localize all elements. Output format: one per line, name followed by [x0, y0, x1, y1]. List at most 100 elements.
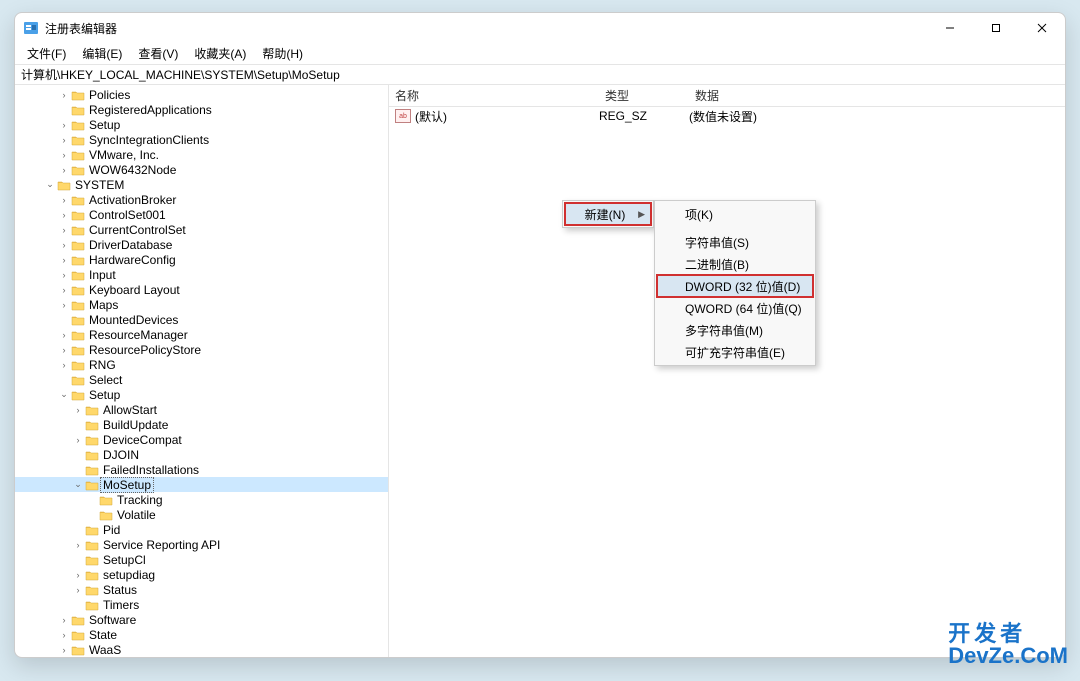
- chevron-right-icon[interactable]: ›: [57, 210, 71, 220]
- tree-item[interactable]: ›Setup: [15, 117, 388, 132]
- tree-item[interactable]: ·MountedDevices: [15, 312, 388, 327]
- context-menu-new-submenu: 项(K) 字符串值(S) 二进制值(B) DWORD (32 位)值(D) QW…: [654, 200, 816, 366]
- values-list[interactable]: ab(默认)REG_SZ(数值未设置): [389, 107, 1065, 657]
- tree-item[interactable]: ⌄Setup: [15, 387, 388, 402]
- chevron-right-icon[interactable]: ›: [57, 90, 71, 100]
- chevron-right-icon[interactable]: ›: [57, 285, 71, 295]
- menu-favorites[interactable]: 收藏夹(A): [188, 43, 252, 64]
- folder-icon: [71, 344, 85, 356]
- tree-item[interactable]: ›AllowStart: [15, 402, 388, 417]
- menu-view[interactable]: 查看(V): [132, 43, 184, 64]
- chevron-down-icon[interactable]: ⌄: [43, 179, 57, 190]
- chevron-right-icon[interactable]: ›: [57, 645, 71, 655]
- tree-item-label: DeviceCompat: [103, 433, 182, 447]
- folder-icon: [71, 644, 85, 656]
- folder-icon: [85, 599, 99, 611]
- menu-file[interactable]: 文件(F): [21, 43, 72, 64]
- tree-pane[interactable]: ›Policies·RegisteredApplications›Setup›S…: [15, 85, 389, 657]
- chevron-right-icon[interactable]: ›: [57, 240, 71, 250]
- tree-item-label: RegisteredApplications: [89, 103, 212, 117]
- tree-item[interactable]: ·BuildUpdate: [15, 417, 388, 432]
- tree-item[interactable]: ·DJOIN: [15, 447, 388, 462]
- tree-item[interactable]: ›ResourceManager: [15, 327, 388, 342]
- chevron-right-icon[interactable]: ›: [57, 615, 71, 625]
- chevron-right-icon[interactable]: ›: [71, 435, 85, 445]
- column-type[interactable]: 类型: [605, 87, 695, 104]
- chevron-right-icon[interactable]: ›: [57, 330, 71, 340]
- tree-item[interactable]: ›Keyboard Layout: [15, 282, 388, 297]
- tree-item[interactable]: · RegisteredApplications: [15, 102, 388, 117]
- tree-item[interactable]: ·FailedInstallations: [15, 462, 388, 477]
- tree-item[interactable]: ›SyncIntegrationClients: [15, 132, 388, 147]
- tree-item[interactable]: ›ControlSet001: [15, 207, 388, 222]
- chevron-right-icon[interactable]: ›: [57, 345, 71, 355]
- tree-item[interactable]: ·Pid: [15, 522, 388, 537]
- chevron-right-icon[interactable]: ›: [57, 165, 71, 175]
- address-bar[interactable]: 计算机\HKEY_LOCAL_MACHINE\SYSTEM\Setup\MoSe…: [15, 65, 1065, 85]
- folder-icon: [99, 494, 113, 506]
- context-new-expandstring[interactable]: 可扩充字符串值(E): [657, 341, 813, 363]
- chevron-right-icon[interactable]: ›: [71, 405, 85, 415]
- context-new-qword[interactable]: QWORD (64 位)值(Q): [657, 297, 813, 319]
- tree-item[interactable]: ›Software: [15, 612, 388, 627]
- tree-item[interactable]: › Status: [15, 582, 388, 597]
- tree-item[interactable]: ›ActivationBroker: [15, 192, 388, 207]
- chevron-right-icon[interactable]: ›: [71, 540, 85, 550]
- chevron-right-icon[interactable]: ›: [57, 360, 71, 370]
- tree-item-label: CurrentControlSet: [89, 223, 186, 237]
- context-new-multistring[interactable]: 多字符串值(M): [657, 319, 813, 341]
- column-data[interactable]: 数据: [695, 87, 1065, 104]
- menu-help[interactable]: 帮助(H): [256, 43, 309, 64]
- context-new[interactable]: 新建(N) ▶: [565, 203, 651, 225]
- tree-item[interactable]: ⌄SYSTEM: [15, 177, 388, 192]
- tree-item[interactable]: ·SetupCl: [15, 552, 388, 567]
- chevron-right-icon[interactable]: ›: [71, 570, 85, 580]
- tree-item[interactable]: ›Maps: [15, 297, 388, 312]
- tree-item[interactable]: › DeviceCompat: [15, 432, 388, 447]
- chevron-right-icon[interactable]: ›: [57, 270, 71, 280]
- maximize-button[interactable]: [973, 13, 1019, 43]
- tree-item-label: Status: [103, 583, 137, 597]
- tree-item[interactable]: ›setupdiag: [15, 567, 388, 582]
- chevron-right-icon[interactable]: ›: [57, 150, 71, 160]
- tree-item[interactable]: ·Volatile: [15, 507, 388, 522]
- menu-edit[interactable]: 编辑(E): [76, 43, 128, 64]
- tree-item[interactable]: ·Timers: [15, 597, 388, 612]
- context-new-key[interactable]: 项(K): [657, 203, 813, 225]
- context-new-string[interactable]: 字符串值(S): [657, 231, 813, 253]
- minimize-button[interactable]: [927, 13, 973, 43]
- twisty-none: ·: [57, 105, 71, 115]
- tree-item[interactable]: ⌄MoSetup: [15, 477, 388, 492]
- tree-item[interactable]: ›Service Reporting API: [15, 537, 388, 552]
- value-row[interactable]: ab(默认)REG_SZ(数值未设置): [389, 107, 1065, 125]
- chevron-right-icon[interactable]: ›: [57, 135, 71, 145]
- tree-item[interactable]: ›Policies: [15, 87, 388, 102]
- tree-item-label: Select: [89, 373, 122, 387]
- tree-item[interactable]: ›WOW6432Node: [15, 162, 388, 177]
- tree-item[interactable]: ›DriverDatabase: [15, 237, 388, 252]
- tree-item[interactable]: ›ResourcePolicyStore: [15, 342, 388, 357]
- chevron-right-icon[interactable]: ›: [57, 255, 71, 265]
- chevron-down-icon[interactable]: ⌄: [57, 389, 71, 400]
- chevron-right-icon[interactable]: ›: [57, 225, 71, 235]
- tree-item[interactable]: ›HardwareConfig: [15, 252, 388, 267]
- tree-item[interactable]: ›State: [15, 627, 388, 642]
- context-new-dword[interactable]: DWORD (32 位)值(D): [657, 275, 813, 297]
- column-name[interactable]: 名称: [389, 87, 605, 104]
- tree-item[interactable]: › CurrentControlSet: [15, 222, 388, 237]
- chevron-right-icon[interactable]: ›: [57, 630, 71, 640]
- tree-item[interactable]: ·Tracking: [15, 492, 388, 507]
- chevron-right-icon[interactable]: ›: [57, 120, 71, 130]
- tree-item[interactable]: ›RNG: [15, 357, 388, 372]
- chevron-right-icon[interactable]: ›: [71, 585, 85, 595]
- tree-item[interactable]: ›WaaS: [15, 642, 388, 657]
- tree-item[interactable]: ›VMware, Inc.: [15, 147, 388, 162]
- close-button[interactable]: [1019, 13, 1065, 43]
- tree-item[interactable]: ›Input: [15, 267, 388, 282]
- folder-icon: [71, 614, 85, 626]
- tree-item[interactable]: ·Select: [15, 372, 388, 387]
- chevron-right-icon[interactable]: ›: [57, 300, 71, 310]
- context-new-binary[interactable]: 二进制值(B): [657, 253, 813, 275]
- chevron-down-icon[interactable]: ⌄: [71, 479, 85, 490]
- chevron-right-icon[interactable]: ›: [57, 195, 71, 205]
